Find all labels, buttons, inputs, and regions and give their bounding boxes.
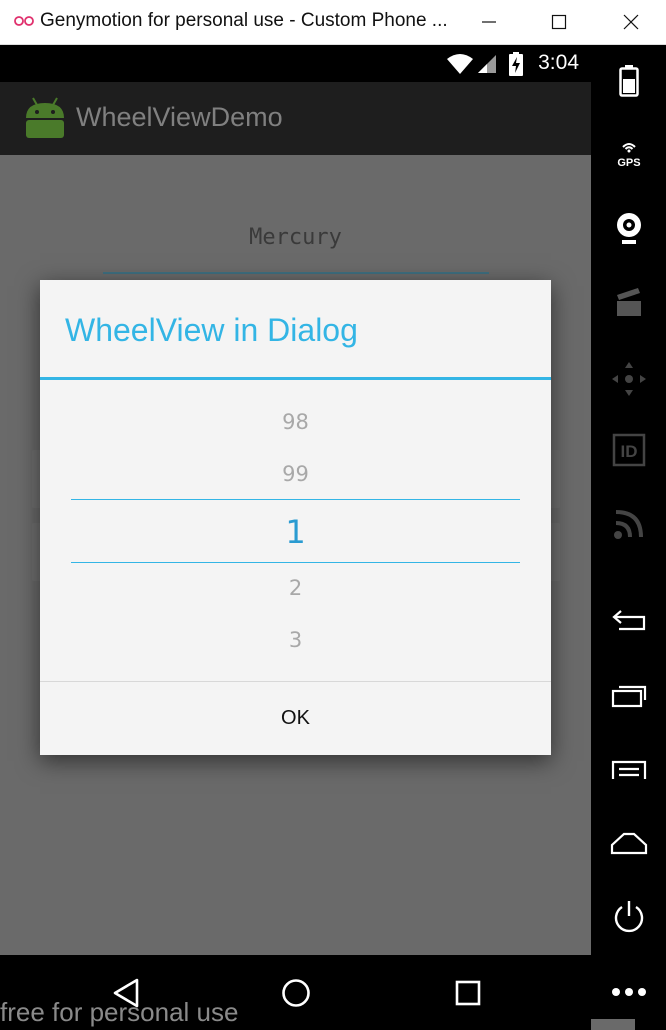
side-power-button[interactable] bbox=[591, 899, 666, 935]
maximize-icon bbox=[551, 14, 567, 30]
home-icon bbox=[610, 832, 647, 855]
home-icon bbox=[282, 979, 310, 1007]
ok-button[interactable]: OK bbox=[40, 682, 551, 755]
text-field-underline bbox=[103, 272, 489, 274]
wheel-item[interactable]: 2 bbox=[40, 576, 551, 600]
side-recent-apps-button[interactable] bbox=[591, 683, 666, 709]
side-more-button[interactable] bbox=[591, 985, 666, 999]
id-label: ID bbox=[620, 442, 637, 461]
planet-text-field[interactable]: Mercury bbox=[0, 225, 591, 250]
dialog-title: WheelView in Dialog bbox=[65, 312, 358, 348]
side-home-button[interactable] bbox=[591, 831, 666, 857]
genymotion-logo-icon bbox=[14, 16, 34, 26]
wheel-item-selected[interactable]: 1 bbox=[40, 513, 551, 551]
minimize-button[interactable] bbox=[454, 0, 524, 44]
id-icon: ID bbox=[612, 433, 645, 467]
maximize-button[interactable] bbox=[524, 0, 594, 44]
dpad-icon bbox=[611, 362, 646, 396]
wifi-icon bbox=[447, 54, 473, 74]
battery-icon bbox=[618, 65, 639, 97]
webcam-icon bbox=[616, 213, 641, 244]
window-title: Genymotion for personal use - Custom Pho… bbox=[40, 10, 448, 31]
nav-home-button[interactable] bbox=[274, 971, 318, 1015]
wheelview-dialog: WheelView in Dialog 98 99 1 2 3 OK bbox=[40, 280, 551, 755]
side-menu-button[interactable] bbox=[591, 759, 666, 785]
gps-icon: GPS bbox=[617, 143, 640, 169]
webcam-widget-button[interactable] bbox=[591, 211, 666, 245]
signal-icon bbox=[478, 55, 496, 73]
selection-bottom-line bbox=[71, 562, 520, 563]
status-clock: 3:04 bbox=[538, 51, 579, 74]
phone-screen: 3:04 WheelViewDemo Mercury WheelView in … bbox=[0, 45, 591, 955]
android-logo-icon bbox=[26, 97, 64, 138]
cast-widget-button[interactable] bbox=[591, 507, 666, 541]
power-icon bbox=[614, 901, 643, 933]
wheel-item[interactable]: 99 bbox=[40, 462, 551, 486]
dpad-widget-button[interactable] bbox=[591, 361, 666, 397]
close-button[interactable] bbox=[596, 0, 666, 44]
wheel-item[interactable]: 3 bbox=[40, 628, 551, 652]
device-id-widget-button[interactable]: ID bbox=[591, 433, 666, 467]
capture-widget-button[interactable] bbox=[591, 287, 666, 317]
back-icon bbox=[611, 610, 645, 631]
side-back-button[interactable] bbox=[591, 609, 666, 635]
app-title: WheelViewDemo bbox=[76, 102, 283, 132]
battery-charging-icon bbox=[509, 52, 523, 76]
wheel-item[interactable]: 98 bbox=[40, 410, 551, 434]
selection-top-line bbox=[71, 499, 520, 500]
cast-icon bbox=[613, 510, 643, 539]
battery-widget-button[interactable] bbox=[591, 65, 666, 97]
dialog-title-divider bbox=[40, 377, 551, 380]
status-bar: 3:04 bbox=[0, 45, 591, 82]
recents-icon bbox=[455, 980, 481, 1006]
nav-recents-button[interactable] bbox=[446, 971, 490, 1015]
action-bar: WheelViewDemo bbox=[0, 82, 591, 155]
capture-icon bbox=[616, 288, 641, 316]
recent-apps-icon bbox=[611, 685, 646, 708]
menu-icon bbox=[611, 760, 646, 779]
minimize-icon bbox=[482, 21, 496, 23]
more-icon bbox=[611, 988, 646, 996]
gps-label: GPS bbox=[617, 157, 640, 169]
window-titlebar: Genymotion for personal use - Custom Pho… bbox=[0, 0, 666, 45]
gps-widget-button[interactable]: GPS bbox=[591, 139, 666, 169]
watermark-text: free for personal use bbox=[0, 997, 239, 1027]
genymotion-side-panel: GPS ID bbox=[563, 45, 666, 1030]
close-icon bbox=[623, 14, 639, 30]
